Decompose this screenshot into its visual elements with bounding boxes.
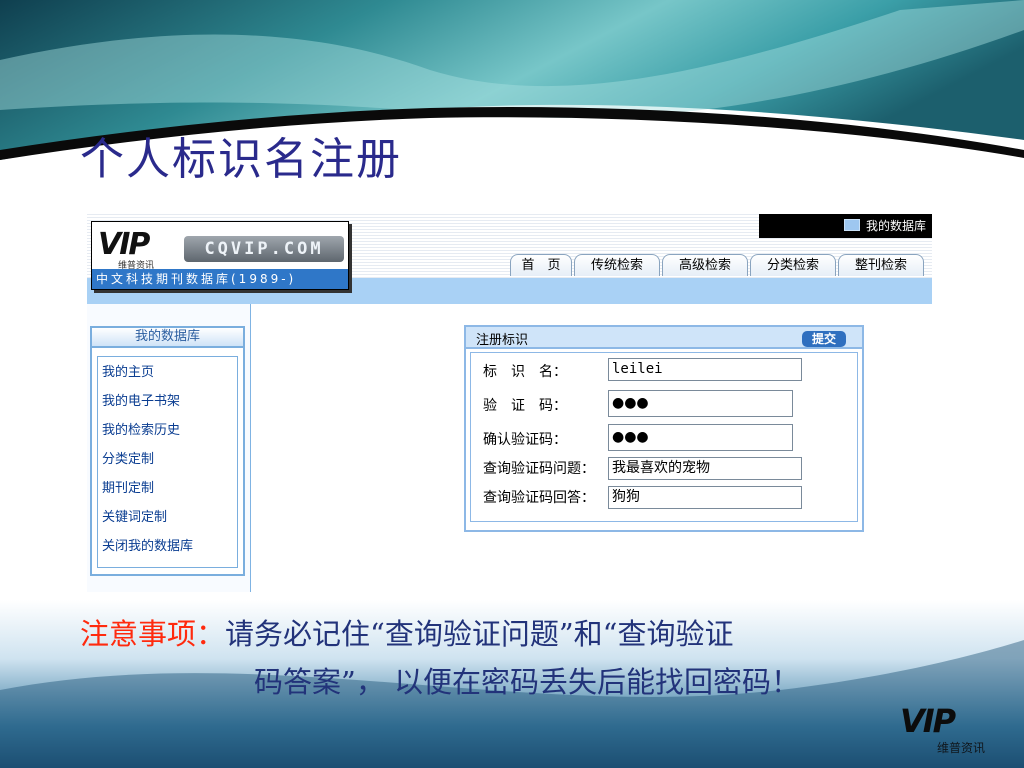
security-answer-label: 查询验证码回答： xyxy=(483,490,595,506)
submit-button[interactable]: 提交 xyxy=(802,331,846,347)
verification-code-input[interactable]: ●●● xyxy=(608,390,793,417)
logo-url: CQVIP.COM xyxy=(184,236,344,262)
tab-category-search[interactable]: 分类检索 xyxy=(750,254,836,276)
brand-logo: VIP 维普资讯 xyxy=(900,705,995,760)
confirm-code-label: 确认验证码： xyxy=(483,432,567,448)
registration-form: 标 识 名： leilei 验 证 码： ●●● 确认验证码： ●●● 查询验证… xyxy=(470,352,858,522)
my-database-link[interactable]: 我的数据库 xyxy=(759,214,932,238)
identifier-input[interactable]: leilei xyxy=(608,358,802,381)
sidebar-item-ebook-shelf[interactable]: 我的电子书架 xyxy=(102,390,180,409)
notice: 注意事项：请务必记住“查询验证问题”和“查询验证 码答案”， 以便在密码丢失后能… xyxy=(80,610,800,706)
notice-line-2: 码答案”， 以便在密码丢失后能找回密码！ xyxy=(254,665,801,699)
sidebar-item-journal-custom[interactable]: 期刊定制 xyxy=(102,477,154,496)
security-question-input[interactable]: 我最喜欢的宠物 xyxy=(608,457,802,480)
registration-header: 注册标识 提交 xyxy=(466,327,862,349)
folder-icon xyxy=(843,219,860,231)
sidebar-panel: 我的数据库 我的主页 我的电子书架 我的检索历史 分类定制 期刊定制 关键词定制… xyxy=(90,326,245,576)
security-answer-input[interactable]: 狗狗 xyxy=(608,486,802,509)
website-screenshot: 我的数据库 VIP 维普资讯 CQVIP.COM 中文科技期刊数据库(1989-… xyxy=(87,212,932,600)
verification-code-label: 验 证 码： xyxy=(483,398,567,414)
nav-tabs: 首 页 传统检索 高级检索 分类检索 整刊检索 xyxy=(510,254,924,278)
tab-traditional-search[interactable]: 传统检索 xyxy=(574,254,660,276)
notice-text-1: 请务必记住“查询验证问题”和“查询验证 xyxy=(225,617,734,651)
confirm-code-input[interactable]: ●●● xyxy=(608,424,793,451)
brand-caption: 维普资讯 xyxy=(937,741,986,755)
tab-journal-search[interactable]: 整刊检索 xyxy=(838,254,924,276)
registration-panel: 注册标识 提交 标 识 名： leilei 验 证 码： ●●● 确认验证码： … xyxy=(464,325,864,532)
tab-home[interactable]: 首 页 xyxy=(510,254,572,276)
sidebar-item-keyword-custom[interactable]: 关键词定制 xyxy=(102,506,167,525)
slide-title: 个人标识名注册 xyxy=(80,134,402,185)
sidebar-item-search-history[interactable]: 我的检索历史 xyxy=(102,419,180,438)
identifier-label: 标 识 名： xyxy=(483,364,567,380)
sidebar-item-home[interactable]: 我的主页 xyxy=(102,361,154,380)
sidebar-list: 我的主页 我的电子书架 我的检索历史 分类定制 期刊定制 关键词定制 关闭我的数… xyxy=(97,356,238,568)
sidebar-item-category-custom[interactable]: 分类定制 xyxy=(102,448,154,467)
security-question-label: 查询验证码问题： xyxy=(483,461,595,477)
sidebar-item-close-database[interactable]: 关闭我的数据库 xyxy=(102,535,193,554)
site-logo[interactable]: VIP 维普资讯 CQVIP.COM 中文科技期刊数据库(1989-) xyxy=(91,221,349,290)
vip-logo-mark: VIP xyxy=(98,227,150,262)
sidebar: 我的数据库 我的主页 我的电子书架 我的检索历史 分类定制 期刊定制 关键词定制… xyxy=(87,304,251,592)
notice-line-1: 注意事项：请务必记住“查询验证问题”和“查询验证 xyxy=(80,610,800,658)
slide: 个人标识名注册 我的数据库 VIP 维普资讯 CQVIP.COM 中文科技期刊数… xyxy=(0,0,1024,768)
tab-advanced-search[interactable]: 高级检索 xyxy=(662,254,748,276)
vip-logo-mark: VIP xyxy=(900,702,956,740)
logo-subtitle: 中文科技期刊数据库(1989-) xyxy=(92,269,348,289)
registration-title: 注册标识 xyxy=(476,333,529,348)
sidebar-title: 我的数据库 xyxy=(92,328,243,348)
notice-label: 注意事项： xyxy=(80,617,226,651)
